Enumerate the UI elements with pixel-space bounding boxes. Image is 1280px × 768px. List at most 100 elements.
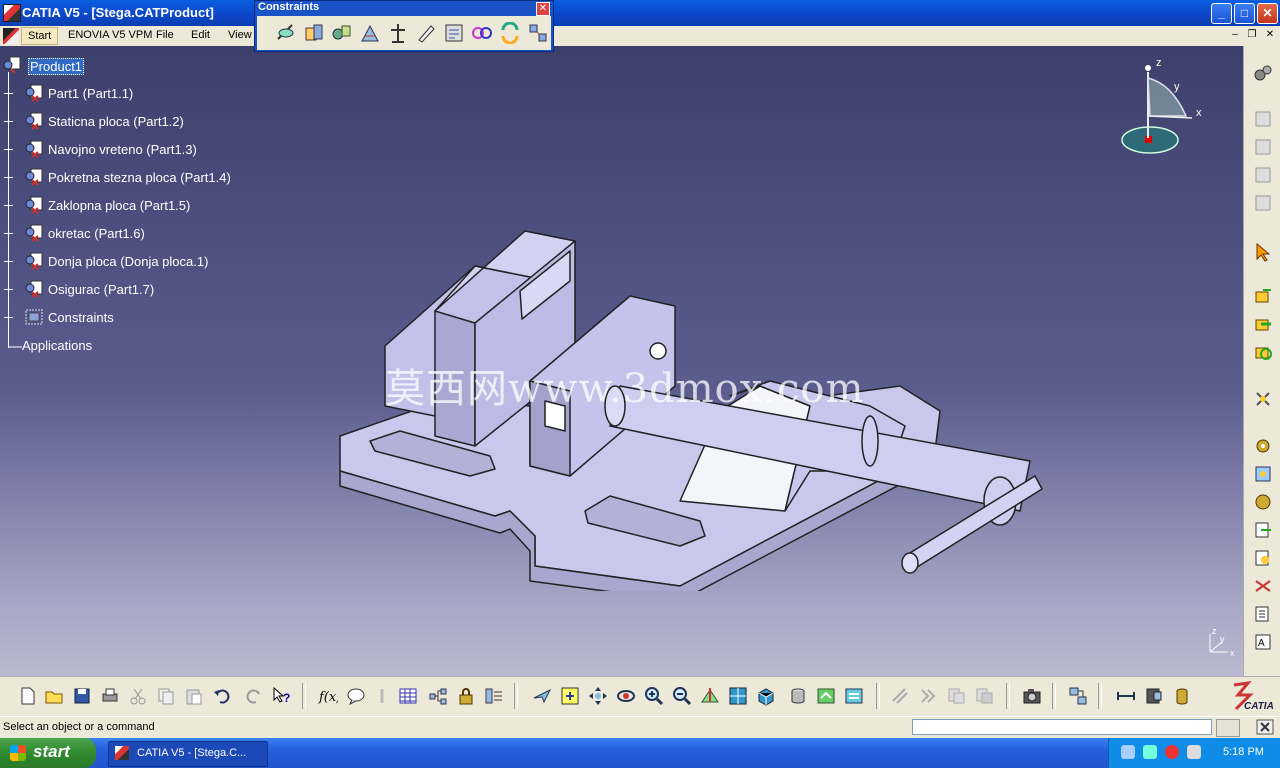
table-icon[interactable] [398,686,418,706]
menu-file[interactable]: File [156,29,174,41]
expand-icon[interactable] [4,229,13,238]
menu-start[interactable]: Start [21,27,59,45]
volume-tray-icon[interactable] [1187,745,1201,759]
start-button[interactable]: start [0,738,96,768]
change-constraint-icon[interactable] [499,22,521,44]
3d-viewport[interactable]: Product1 Part1 (Part1.1) Staticna ploca … [0,46,1243,676]
expand-icon[interactable] [4,313,13,322]
gear-icon[interactable] [1253,63,1273,83]
zoom-out-icon[interactable] [672,686,692,706]
fit-all-in-icon[interactable] [560,686,580,706]
capture-camera-icon[interactable] [1022,686,1042,706]
hide-show-icon[interactable] [816,686,836,706]
command-input[interactable] [912,719,1212,735]
multi-view-icon[interactable] [728,686,748,706]
swap-visible-space-icon[interactable] [844,686,864,706]
constraint-gear-icon[interactable] [1253,436,1273,456]
export-icon[interactable] [1253,520,1273,540]
flexible-rigid-icon[interactable] [471,22,493,44]
new-part-icon[interactable] [1253,165,1273,185]
expand-icon[interactable] [4,117,13,126]
close-icon[interactable]: ✕ [536,2,550,16]
formula-icon[interactable]: f(x) [318,686,338,706]
document-restore-button[interactable]: ❐ [1245,28,1259,42]
document-minimize-button[interactable]: – [1228,28,1242,42]
clash-analysis-icon[interactable] [974,686,994,706]
annotation-text-icon[interactable]: A [1253,632,1273,652]
normal-view-icon[interactable] [700,686,720,706]
fix-component-icon[interactable] [387,22,409,44]
distance-analysis-icon[interactable] [1116,686,1136,706]
contact-constraint-icon[interactable] [303,22,325,44]
pen-tray-icon[interactable] [1121,745,1135,759]
lock-icon[interactable] [456,686,476,706]
help-icon[interactable]: ? [272,686,292,706]
taskbar-item-catia[interactable]: CATIA V5 - [Stega.C... [108,741,268,767]
open-folder-icon[interactable] [44,686,64,706]
knowledge-icon[interactable] [372,686,392,706]
new-file-icon[interactable] [18,686,38,706]
catia-app-icon[interactable] [3,4,21,22]
menu-enovia[interactable]: ENOVIA V5 VPM [68,29,152,41]
undo-icon[interactable] [212,686,232,706]
manipulation-icon[interactable] [1253,286,1273,306]
quick-constraint-icon[interactable] [443,22,465,44]
catia-start-icon[interactable] [3,28,19,44]
scenes-icon[interactable] [1253,576,1273,596]
bill-of-material-icon[interactable] [1253,604,1273,624]
close-button[interactable]: ✕ [1257,3,1278,24]
isometric-view-icon[interactable] [756,686,776,706]
new-product-icon[interactable] [1253,137,1273,157]
hierarchy-icon[interactable] [484,686,504,706]
coincidence-constraint-icon[interactable] [275,22,297,44]
network-tray-icon[interactable] [1143,745,1157,759]
select-arrow-icon[interactable] [1253,242,1273,262]
compass-icon[interactable]: z y x [1112,54,1212,164]
expand-icon[interactable] [4,173,13,182]
existing-component-icon[interactable] [1253,193,1273,213]
clash-icon[interactable] [1253,492,1273,512]
tree-graph-icon[interactable] [428,686,448,706]
constraints-toolbar[interactable]: Constraints ✕ [254,0,554,52]
command-button[interactable] [1216,719,1240,737]
fly-mode-icon[interactable] [532,686,552,706]
minimize-button[interactable]: _ [1211,3,1232,24]
menu-edit[interactable]: Edit [191,29,210,41]
maximize-button[interactable]: □ [1234,3,1255,24]
document-close-button[interactable]: ✕ [1263,28,1277,42]
angle-constraint-icon[interactable] [359,22,381,44]
rotate-icon[interactable] [616,686,636,706]
zoom-in-icon[interactable] [644,686,664,706]
new-component-icon[interactable] [1253,109,1273,129]
menu-view[interactable]: View [228,29,252,41]
explode-icon[interactable] [1253,389,1273,409]
cut-icon[interactable] [128,686,148,706]
cancel-command-icon[interactable] [1256,719,1274,735]
comment-icon[interactable] [346,686,366,706]
save-icon[interactable] [72,686,92,706]
expand-icon[interactable] [4,89,13,98]
paste-icon[interactable] [184,686,204,706]
redo-icon[interactable] [244,686,264,706]
update-icon[interactable] [1253,464,1273,484]
catalog-icon[interactable] [1253,548,1273,568]
expand-icon[interactable] [4,201,13,210]
manage-representations-icon[interactable] [1144,686,1164,706]
security-tray-icon[interactable] [1165,745,1179,759]
offset-constraint-icon[interactable] [331,22,353,44]
measure-between-icon[interactable] [890,686,910,706]
measure-item-icon[interactable] [918,686,938,706]
shading-icon[interactable] [788,686,808,706]
snap-icon[interactable] [1253,314,1273,334]
expand-icon[interactable] [4,145,13,154]
expand-icon[interactable] [4,257,13,266]
publication-icon[interactable] [1172,686,1192,706]
pan-icon[interactable] [588,686,608,706]
copy-icon[interactable] [156,686,176,706]
print-icon[interactable] [100,686,120,706]
sectioning-icon[interactable] [946,686,966,706]
reuse-pattern-icon[interactable] [527,22,549,44]
smart-move-icon[interactable] [1253,342,1273,362]
fix-together-icon[interactable] [415,22,437,44]
generate-numbering-icon[interactable] [1068,686,1088,706]
